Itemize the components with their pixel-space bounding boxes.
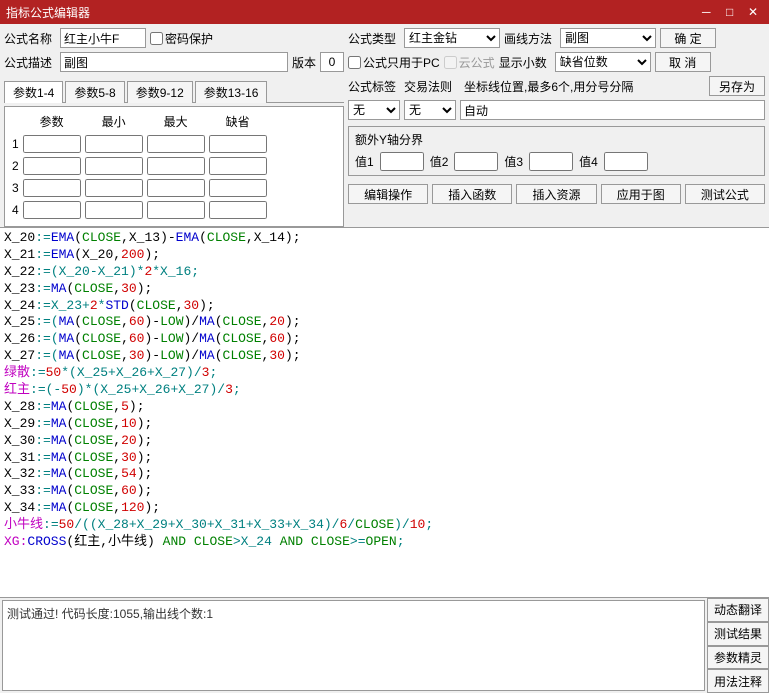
usage-button[interactable]: 用法注释: [707, 669, 769, 693]
saveas-button[interactable]: 另存为: [709, 76, 765, 96]
tab-params-1-4[interactable]: 参数1-4: [4, 81, 63, 103]
dyntrans-button[interactable]: 动态翻译: [707, 598, 769, 622]
type-select[interactable]: 红主金钻: [404, 28, 500, 48]
cloud-checkbox: 云公式: [444, 54, 495, 71]
label-drawmethod: 画线方法: [504, 30, 556, 47]
label-coord: 坐标线位置,最多6个,用分号分隔: [464, 78, 705, 95]
param-4-def[interactable]: [209, 201, 267, 219]
tab-params-9-12[interactable]: 参数9-12: [127, 81, 193, 103]
password-checkbox[interactable]: 密码保护: [150, 30, 213, 47]
param-4-min[interactable]: [85, 201, 143, 219]
applychart-button[interactable]: 应用于图: [601, 184, 681, 204]
label-extray: 额外Y轴分界: [355, 131, 758, 148]
cancel-button[interactable]: 取 消: [655, 52, 711, 72]
param-2-def[interactable]: [209, 157, 267, 175]
param-hdr-name: 参数: [22, 111, 82, 132]
rule-select[interactable]: 无: [404, 100, 456, 120]
maximize-icon[interactable]: □: [720, 5, 740, 19]
minimize-icon[interactable]: ─: [696, 5, 716, 19]
param-1-max[interactable]: [147, 135, 205, 153]
yval-2[interactable]: [454, 152, 498, 171]
param-2-max[interactable]: [147, 157, 205, 175]
param-3-min[interactable]: [85, 179, 143, 197]
tab-params-5-8[interactable]: 参数5-8: [65, 81, 124, 103]
param-4-max[interactable]: [147, 201, 205, 219]
label-showdec: 显示小数: [499, 54, 551, 71]
tag-select[interactable]: 无: [348, 100, 400, 120]
label-desc: 公式描述: [4, 54, 56, 71]
param-hdr-min: 最小: [84, 111, 144, 132]
param-1-def[interactable]: [209, 135, 267, 153]
tab-params-13-16[interactable]: 参数13-16: [195, 81, 268, 103]
coord-input[interactable]: [460, 100, 765, 120]
version-input[interactable]: [320, 52, 344, 72]
status-output: 测试通过! 代码长度:1055,输出线个数:1: [2, 600, 705, 691]
param-1-min[interactable]: [85, 135, 143, 153]
insertfn-button[interactable]: 插入函数: [432, 184, 512, 204]
pconly-checkbox[interactable]: 公式只用于PC: [348, 54, 440, 71]
close-icon[interactable]: ✕: [743, 5, 763, 19]
testres-button[interactable]: 测试结果: [707, 622, 769, 646]
label-rule: 交易法则: [404, 78, 460, 95]
desc-input[interactable]: [60, 52, 288, 72]
ok-button[interactable]: 确 定: [660, 28, 716, 48]
label-version: 版本: [292, 54, 316, 71]
paramwiz-button[interactable]: 参数精灵: [707, 646, 769, 670]
yval-4[interactable]: [604, 152, 648, 171]
yval-1[interactable]: [380, 152, 424, 171]
label-tag: 公式标签: [348, 78, 400, 95]
param-3-def[interactable]: [209, 179, 267, 197]
param-hdr-def: 缺省: [208, 111, 268, 132]
label-type: 公式类型: [348, 30, 400, 47]
param-4-name[interactable]: [23, 201, 81, 219]
window-title: 指标公式编辑器: [6, 4, 90, 21]
insertres-button[interactable]: 插入资源: [516, 184, 596, 204]
param-2-min[interactable]: [85, 157, 143, 175]
drawmethod-select[interactable]: 副图: [560, 28, 656, 48]
editop-button[interactable]: 编辑操作: [348, 184, 428, 204]
param-3-max[interactable]: [147, 179, 205, 197]
label-name: 公式名称: [4, 30, 56, 47]
param-3-name[interactable]: [23, 179, 81, 197]
yval-3[interactable]: [529, 152, 573, 171]
showdec-select[interactable]: 缺省位数: [555, 52, 651, 72]
param-hdr-max: 最大: [146, 111, 206, 132]
param-2-name[interactable]: [23, 157, 81, 175]
name-input[interactable]: [60, 28, 146, 48]
extra-y-fieldset: 额外Y轴分界 值1 值2 值3 值4: [348, 126, 765, 176]
param-1-name[interactable]: [23, 135, 81, 153]
test-button[interactable]: 测试公式: [685, 184, 765, 204]
code-editor[interactable]: X_20:=EMA(CLOSE,X_13)-EMA(CLOSE,X_14);X_…: [0, 227, 769, 597]
param-tabs: 参数1-4 参数5-8 参数9-12 参数13-16: [4, 80, 344, 103]
titlebar: 指标公式编辑器 ─ □ ✕: [0, 0, 769, 24]
